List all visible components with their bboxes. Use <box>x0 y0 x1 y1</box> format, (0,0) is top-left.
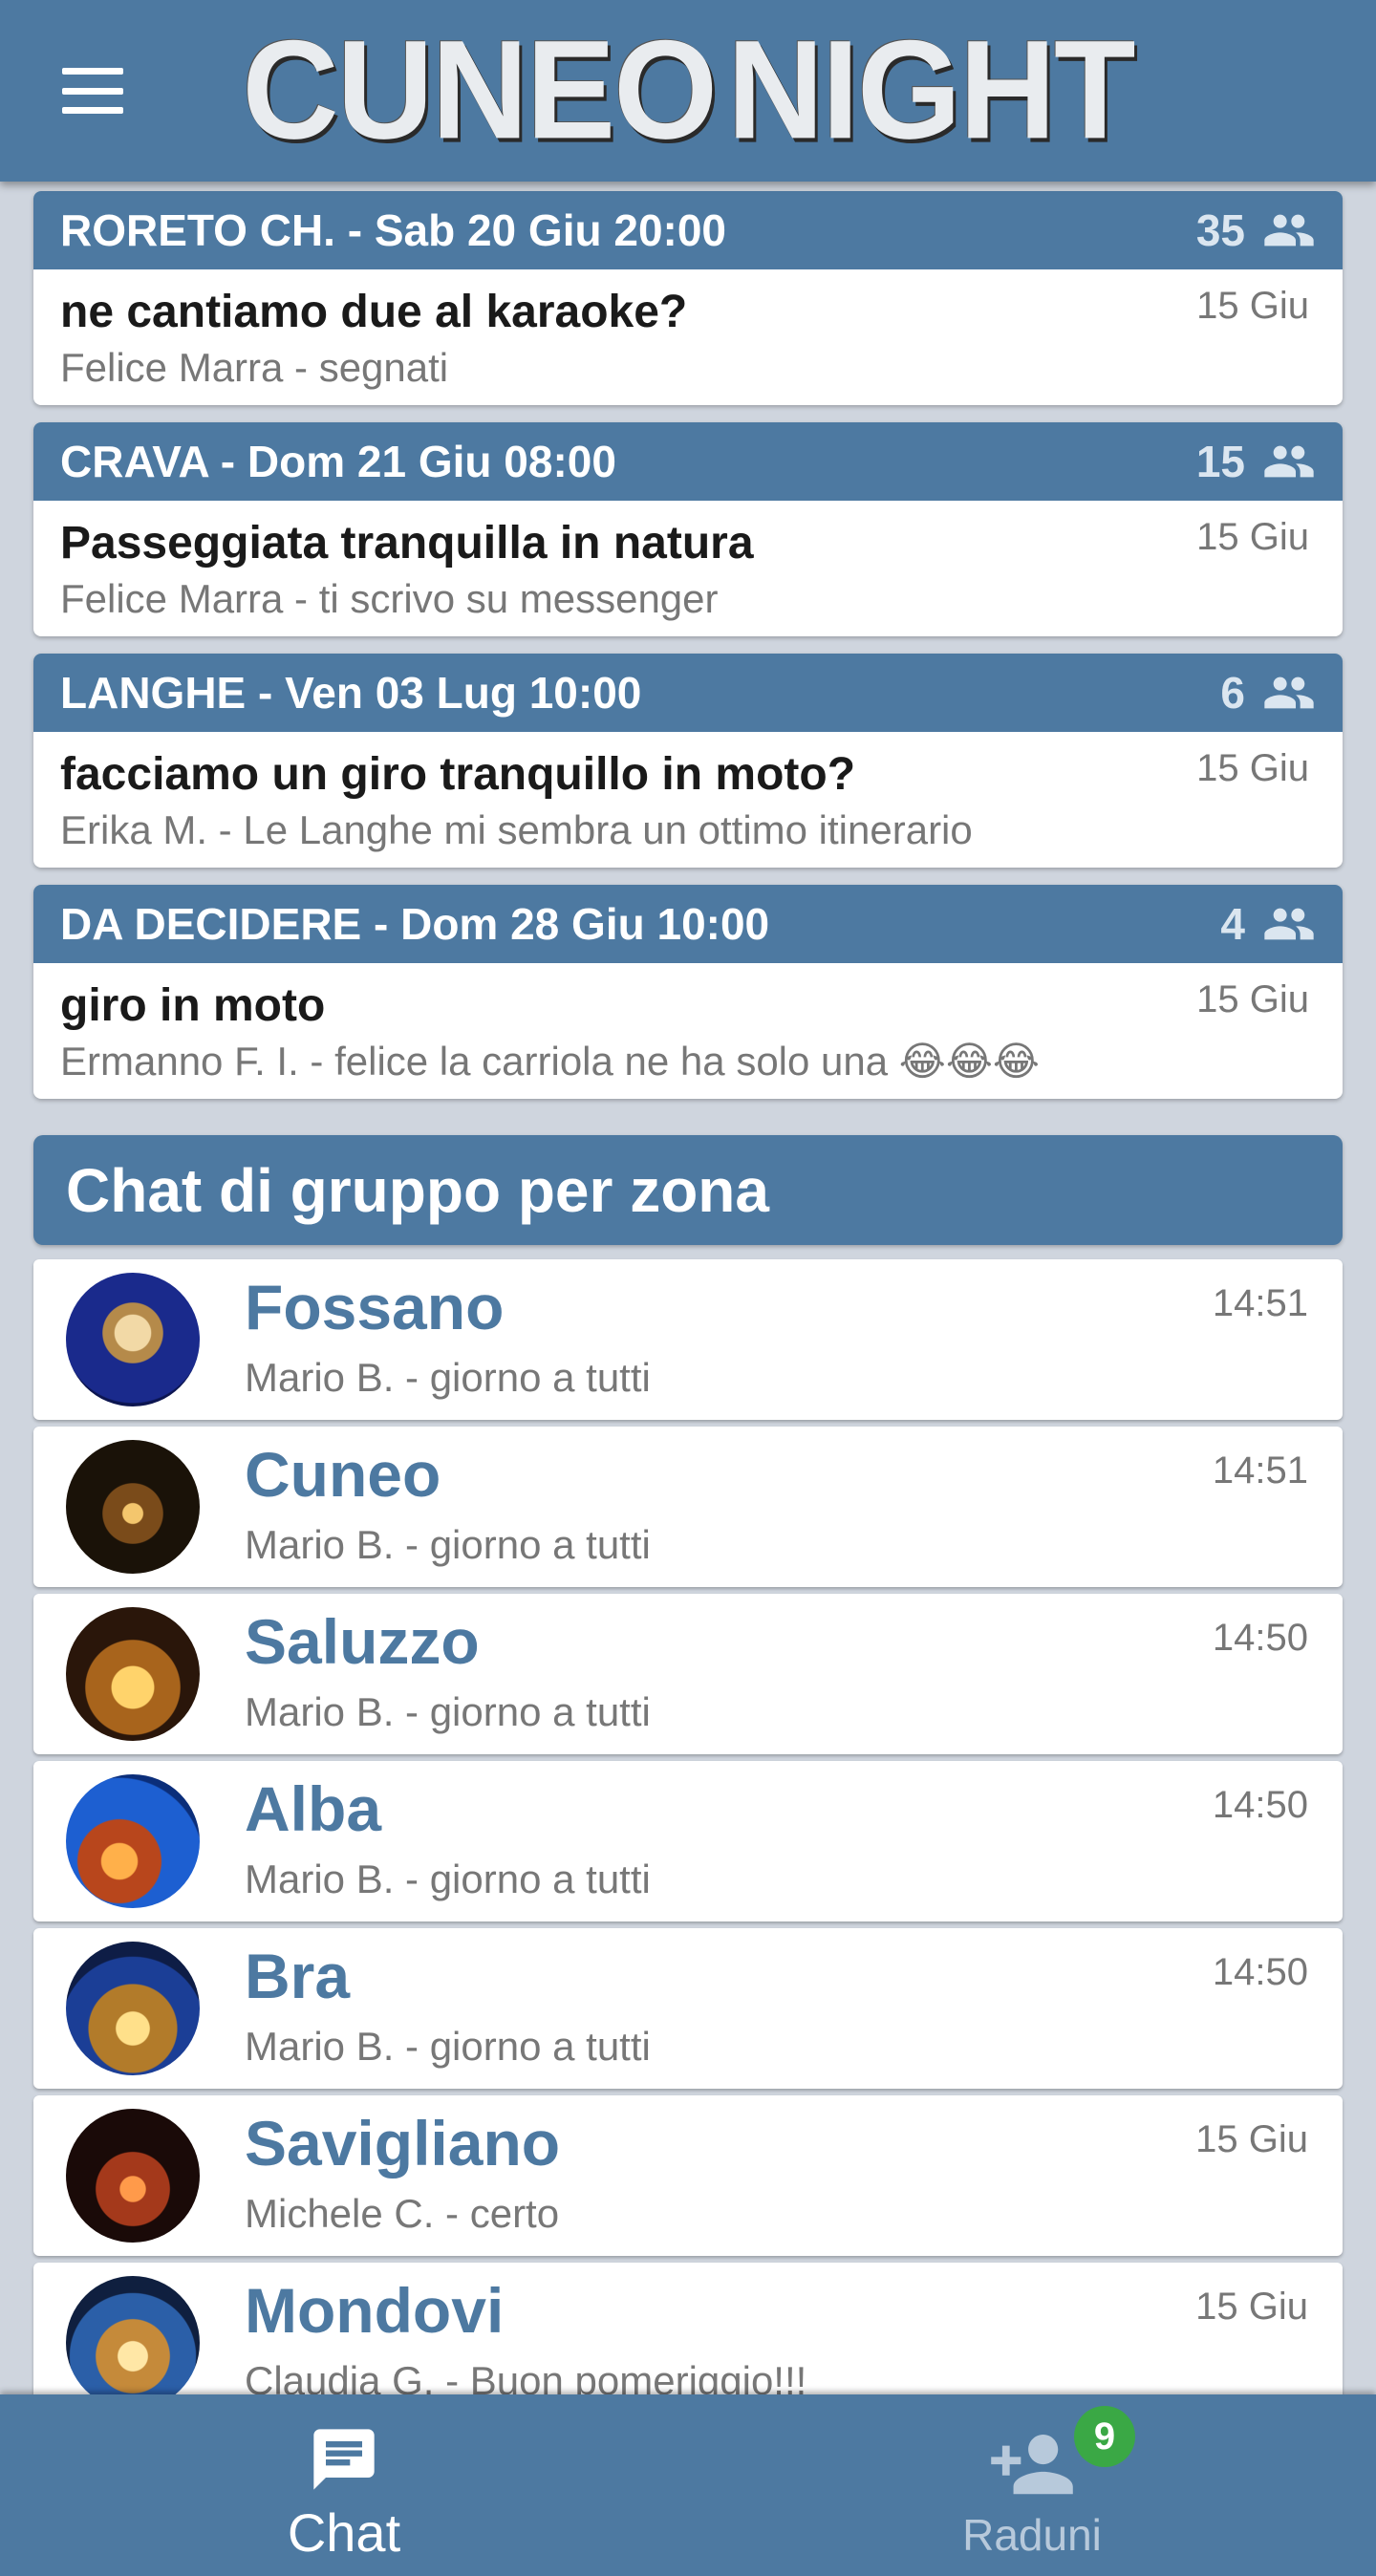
event-location-time: CRAVA - Dom 21 Giu 08:00 <box>60 437 616 486</box>
event-participants: 15 <box>1196 436 1316 487</box>
event-date: 15 Giu <box>1196 285 1309 327</box>
participants-count: 6 <box>1220 668 1245 718</box>
app-logo: CUNEO NIGHT <box>242 11 1135 168</box>
chat-bubble-icon <box>313 2429 375 2490</box>
zone-avatar <box>66 1607 200 1741</box>
zone-chat-row[interactable]: Savigliano Michele C. - certo 15 Giu <box>33 2095 1343 2256</box>
event-card[interactable]: DA DECIDERE - Dom 28 Giu 10:00 4 giro in m… <box>33 885 1343 1099</box>
event-last-message: Felice Marra - ti scrivo su messenger <box>60 576 719 621</box>
zone-last-message: Michele C. - certo <box>245 2191 560 2236</box>
app-header: CUNEO NIGHT <box>0 0 1376 182</box>
event-date: 15 Giu <box>1196 516 1309 558</box>
zone-time: 14:50 <box>1212 1784 1308 1826</box>
participants-count: 35 <box>1195 205 1245 255</box>
event-participants: 6 <box>1220 667 1316 719</box>
zone-time: 15 Giu <box>1195 2118 1308 2160</box>
event-header: LANGHE - Ven 03 Lug 10:00 6 <box>33 654 1343 732</box>
main-content: RORETO CH. - Sab 20 Giu 20:00 35 ne cantia… <box>33 191 1343 2430</box>
zone-name: Mondovi <box>245 2275 505 2346</box>
participants-count: 15 <box>1195 437 1245 486</box>
zone-time: 14:50 <box>1212 1617 1308 1659</box>
event-last-message: Felice Marra - segnati <box>60 345 449 390</box>
participants-count: 4 <box>1220 899 1245 949</box>
event-title: Passeggiata tranquilla in natura <box>60 518 754 569</box>
event-date: 15 Giu <box>1196 747 1309 789</box>
event-header: CRAVA - Dom 21 Giu 08:00 15 <box>33 422 1343 501</box>
logo-text-right: NIGHT <box>727 11 1136 168</box>
zone-last-message: Mario B. - giorno a tutti <box>245 1857 651 1901</box>
hamburger-menu-icon[interactable] <box>57 65 128 117</box>
event-body: Passeggiata tranquilla in natura Felice M… <box>33 501 1343 636</box>
zone-time: 14:51 <box>1212 1449 1308 1492</box>
zone-name: Bra <box>245 1941 351 2011</box>
zone-name: Cuneo <box>245 1439 441 1510</box>
event-title: ne cantiamo due al karaoke? <box>60 287 688 337</box>
zone-avatar <box>66 1774 200 1908</box>
raduni-badge: 9 <box>1074 2406 1135 2467</box>
zone-time: 15 Giu <box>1195 2286 1308 2328</box>
zone-avatar <box>66 1942 200 2075</box>
zone-avatar <box>66 1273 200 1406</box>
zone-name: Savigliano <box>245 2108 561 2179</box>
nav-raduni[interactable]: 9 Raduni <box>688 2394 1376 2576</box>
event-title: giro in moto <box>60 980 326 1031</box>
zone-last-message: Mario B. - giorno a tutti <box>245 1522 651 1567</box>
zone-chat-row[interactable]: Fossano Mario B. - giorno a tutti 14:51 <box>33 1259 1343 1420</box>
event-body: giro in moto Ermanno F. I. - felice la ca… <box>33 963 1343 1099</box>
zone-chat-row[interactable]: Saluzzo Mario B. - giorno a tutti 14:50 <box>33 1594 1343 1754</box>
zone-last-message: Mario B. - giorno a tutti <box>245 1355 651 1400</box>
events-list: RORETO CH. - Sab 20 Giu 20:00 35 ne cantia… <box>33 191 1343 1099</box>
event-title: facciamo un giro tranquillo in moto? <box>60 749 856 800</box>
zone-avatar <box>66 2276 200 2410</box>
people-icon <box>1264 214 1314 247</box>
event-date: 15 Giu <box>1196 978 1309 1020</box>
event-body: facciamo un giro tranquillo in moto? Erik… <box>33 732 1343 868</box>
zone-avatar <box>66 2109 200 2243</box>
zone-avatar <box>66 1440 200 1574</box>
event-card[interactable]: RORETO CH. - Sab 20 Giu 20:00 35 ne cantia… <box>33 191 1343 405</box>
event-participants: 4 <box>1220 898 1316 950</box>
event-last-message: Erika M. - Le Langhe mi sembra un ottimo… <box>60 807 973 852</box>
event-last-message: Ermanno F. I. - felice la carriola ne ha… <box>60 1039 1041 1084</box>
zone-chat-row[interactable]: Bra Mario B. - giorno a tutti 14:50 <box>33 1928 1343 2089</box>
zone-time: 14:50 <box>1212 1951 1308 1993</box>
zone-name: Fossano <box>245 1272 505 1342</box>
zones-section-title: Chat di gruppo per zona <box>33 1135 1343 1245</box>
zone-chat-row[interactable]: Alba Mario B. - giorno a tutti 14:50 <box>33 1761 1343 1921</box>
nav-chat-label: Chat <box>287 2502 401 2563</box>
zones-list: Fossano Mario B. - giorno a tutti 14:51 Cun… <box>33 1259 1343 2423</box>
people-icon <box>1264 445 1314 478</box>
nav-raduni-label: Raduni <box>962 2510 1102 2560</box>
add-group-icon <box>991 2435 1073 2495</box>
zone-last-message: Mario B. - giorno a tutti <box>245 1689 651 1734</box>
event-header: RORETO CH. - Sab 20 Giu 20:00 35 <box>33 191 1343 269</box>
nav-chat[interactable]: Chat <box>0 2394 688 2576</box>
people-icon <box>1264 676 1314 709</box>
zone-chat-row[interactable]: Cuneo Mario B. - giorno a tutti 14:51 <box>33 1427 1343 1587</box>
zone-name: Alba <box>245 1773 382 1844</box>
event-participants: 35 <box>1196 204 1316 256</box>
zone-time: 14:51 <box>1212 1282 1308 1324</box>
event-card[interactable]: LANGHE - Ven 03 Lug 10:00 6 facciamo un gi… <box>33 654 1343 868</box>
event-location-time: LANGHE - Ven 03 Lug 10:00 <box>60 668 642 718</box>
event-header: DA DECIDERE - Dom 28 Giu 10:00 4 <box>33 885 1343 963</box>
bottom-navigation: Chat 9 Raduni <box>0 2394 1376 2576</box>
event-location-time: RORETO CH. - Sab 20 Giu 20:00 <box>60 205 727 255</box>
zone-name: Saluzzo <box>245 1606 480 1677</box>
event-location-time: DA DECIDERE - Dom 28 Giu 10:00 <box>60 899 770 949</box>
event-body: ne cantiamo due al karaoke? Felice Marra … <box>33 269 1343 405</box>
event-card[interactable]: CRAVA - Dom 21 Giu 08:00 15 Passeggiata tr… <box>33 422 1343 636</box>
people-icon <box>1264 908 1314 940</box>
zone-last-message: Mario B. - giorno a tutti <box>245 2024 651 2069</box>
logo-text-left: CUNEO <box>242 11 718 168</box>
